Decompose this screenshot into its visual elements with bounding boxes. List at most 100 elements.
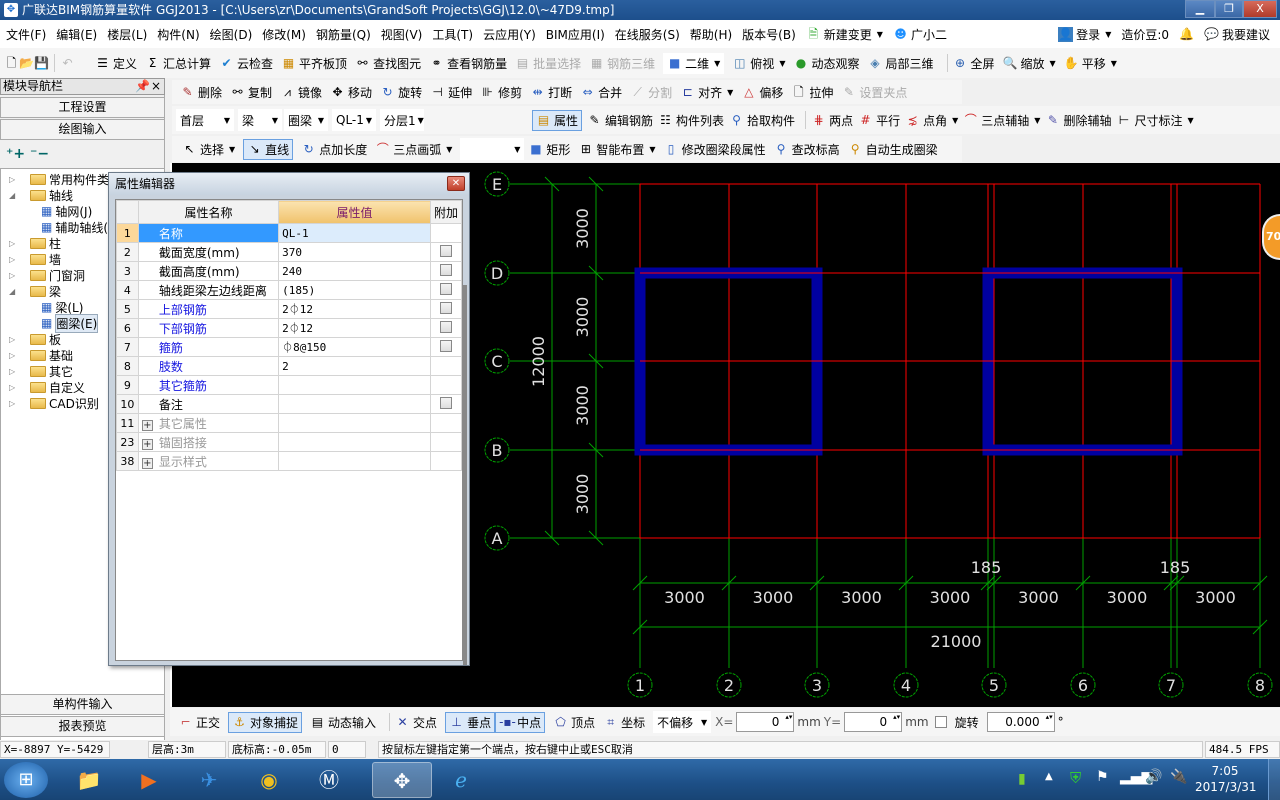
extra-checkbox[interactable] (439, 396, 452, 409)
menu-tools[interactable]: 工具(T) (432, 26, 473, 43)
properties-button[interactable]: ▤ 属性 (532, 109, 583, 131)
tree-node[interactable]: ▷ CAD识别 (9, 395, 99, 411)
view-rebar-button[interactable]: ⚭ 查看钢筋量 (429, 55, 508, 72)
volume-icon[interactable]: 🔊 (1145, 769, 1162, 785)
parallel-axis-button[interactable]: # 平行 (858, 112, 901, 129)
subtype-select[interactable]: 圈梁 ▼ (284, 109, 328, 131)
line-button[interactable]: ↘ 直线 (243, 138, 294, 160)
property-row[interactable]: 7 箍筋 ⏀8@150 (116, 337, 463, 357)
tree-node[interactable]: ▷ 常用构件类型 (9, 171, 121, 187)
midpoint-snap-button[interactable]: -▪- 中点 (495, 711, 546, 733)
property-row[interactable]: 10 备注 (116, 394, 463, 414)
bird-app-taskbar-icon[interactable]: ✈ (184, 762, 234, 798)
usb-icon[interactable]: ▮ (1018, 771, 1026, 787)
property-value[interactable]: 2⏀12 (278, 299, 431, 319)
property-value[interactable]: ⏀8@150 (278, 337, 431, 357)
define-button[interactable]: ☰ 定义 (95, 55, 137, 72)
break-button[interactable]: ⇹ 打断 (530, 84, 573, 101)
show-hidden-icons[interactable]: ▲ (1045, 771, 1053, 782)
property-value[interactable]: 2 (278, 356, 431, 376)
expand-all-icon[interactable]: ⁺+ (6, 146, 25, 162)
dimension-button[interactable]: ⊢ 尺寸标注 ▼ (1116, 112, 1194, 129)
zoom-button[interactable]: 🔍 缩放 ▼ (1003, 55, 1056, 72)
property-value[interactable]: 370 (278, 242, 431, 262)
point-angle-axis-button[interactable]: ⋨ 点角 ▼ (905, 112, 959, 129)
menu-version[interactable]: 版本号(B) (742, 26, 796, 43)
open-folder-icon[interactable]: 📂 (19, 56, 34, 71)
collapse-arrow-icon[interactable]: ◢ (9, 191, 19, 200)
new-file-icon[interactable]: 🗋 (4, 56, 19, 71)
property-value[interactable]: (185) (278, 280, 431, 300)
local-3d-button[interactable]: ◈ 局部三维 (867, 55, 933, 72)
summary-calc-button[interactable]: Σ 汇总计算 (145, 55, 211, 72)
security-shield-icon[interactable]: ⛨ (1070, 769, 1081, 787)
menu-floor[interactable]: 楼层(L) (107, 26, 147, 43)
browser-taskbar-icon[interactable]: ◉ (244, 762, 294, 798)
dynamic-input-button[interactable]: ▤ 动态输入 (310, 714, 376, 731)
align-button[interactable]: ⊏ 对齐 ▼ (680, 84, 734, 101)
menu-view[interactable]: 视图(V) (381, 26, 423, 43)
batch-select-button[interactable]: ▤ 批量选择 (515, 55, 581, 72)
app-m-taskbar-icon[interactable]: Ⓜ (304, 762, 354, 798)
rebar-3d-button[interactable]: ▦ 钢筋三维 (589, 55, 655, 72)
extra-checkbox[interactable] (439, 263, 452, 276)
rotate-checkbox[interactable] (934, 716, 947, 728)
tree-node[interactable]: ▷ 柱 (9, 235, 61, 251)
property-value[interactable]: QL-1 (278, 223, 431, 243)
expand-arrow-icon[interactable]: ▷ (9, 399, 19, 408)
power-icon[interactable]: 🔌 (1170, 769, 1187, 785)
property-row[interactable]: 1 名称 QL-1 (116, 223, 463, 243)
tree-node[interactable]: ▷ 基础 (9, 347, 73, 363)
expand-plus-icon[interactable]: + (141, 457, 153, 469)
dynamic-view-button[interactable]: ● 动态观察 (793, 55, 860, 72)
two-point-axis-button[interactable]: ⋕ 两点 (811, 112, 854, 129)
new-change-button[interactable]: 🗎 新建变更 ▼ (806, 26, 883, 43)
smart-layout-button[interactable]: ⊞ 智能布置 ▼ (578, 141, 656, 158)
login-button[interactable]: 👤 登录 ▼ (1058, 26, 1111, 43)
menu-rebar[interactable]: 钢筋量(Q) (316, 26, 371, 43)
pick-component-button[interactable]: ⚲ 拾取构件 (729, 112, 795, 129)
cloud-check-button[interactable]: ✔ 云检查 (219, 55, 274, 72)
menu-file[interactable]: 文件(F) (6, 26, 46, 43)
component-list-button[interactable]: ☷ 构件列表 (658, 112, 724, 129)
property-value[interactable] (278, 375, 431, 395)
view-2d-button[interactable]: ■ 二维 ▼ (663, 52, 725, 74)
expand-plus-icon[interactable]: + (141, 419, 153, 431)
action-center-flag-icon[interactable]: ⚑ (1096, 769, 1109, 785)
menu-online[interactable]: 在线服务(S) (615, 26, 680, 43)
layer-select[interactable]: 分层1 ▼ (380, 109, 424, 131)
mirror-button[interactable]: ⩘ 镜像 (280, 84, 322, 101)
expand-arrow-icon[interactable]: ▷ (9, 239, 19, 248)
copy-button[interactable]: ⚯ 复制 (230, 84, 272, 101)
tree-node[interactable]: ▷ 自定义 (9, 379, 85, 395)
expand-arrow-icon[interactable]: ▷ (9, 367, 19, 376)
drawing-input-button[interactable]: 绘图输入 (0, 119, 165, 140)
property-value[interactable] (278, 432, 431, 452)
select-button[interactable]: ↖ 选择 ▼ (182, 141, 235, 158)
extra-checkbox[interactable] (439, 301, 452, 314)
show-desktop-button[interactable] (1268, 759, 1280, 800)
expand-plus-icon[interactable]: + (141, 438, 153, 450)
pin-icon[interactable]: 📌 (135, 79, 150, 94)
property-row[interactable]: 4 轴线距梁左边线距离 (185) (116, 280, 463, 300)
expand-arrow-icon[interactable]: ▷ (9, 335, 19, 344)
menu-draw[interactable]: 绘图(D) (210, 26, 253, 43)
expand-arrow-icon[interactable]: ▷ (9, 383, 19, 392)
cost-beans[interactable]: 造价豆:0 (1121, 26, 1169, 43)
expand-arrow-icon[interactable]: ▷ (9, 271, 19, 280)
rotate-input[interactable]: 0.000 (986, 712, 1055, 732)
delete-axis-button[interactable]: ✎ 删除辅轴 (1045, 112, 1112, 129)
collapse-arrow-icon[interactable]: ◢ (9, 287, 19, 296)
expand-arrow-icon[interactable]: ▷ (9, 351, 19, 360)
tree-node[interactable]: ▷ 板 (9, 331, 61, 347)
dialog-close-button[interactable]: ✕ (447, 176, 465, 191)
point-length-button[interactable]: ↻ 点加长度 (301, 141, 368, 158)
check-elevation-button[interactable]: ⚲ 查改标高 (774, 141, 840, 158)
extra-checkbox[interactable] (439, 244, 452, 257)
minimize-button[interactable]: ▁ (1185, 0, 1215, 18)
top-view-button[interactable]: ◫ 俯视 ▼ (732, 55, 785, 72)
fullscreen-button[interactable]: ⊕ 全屏 (953, 55, 995, 72)
tree-node[interactable]: ◢ 梁 (9, 283, 61, 299)
trim-button[interactable]: ⊪ 修剪 (480, 84, 522, 101)
dialog-scrollbar[interactable] (463, 285, 467, 665)
